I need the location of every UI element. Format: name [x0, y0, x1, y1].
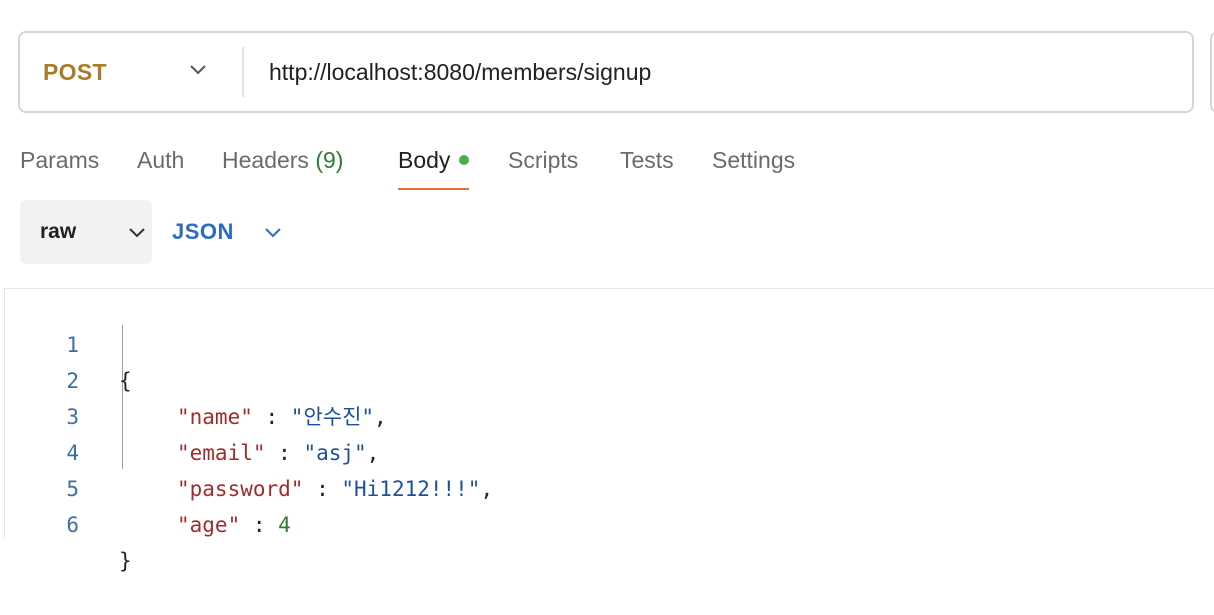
method-select[interactable]: POST [20, 33, 242, 111]
tab-label: Settings [712, 147, 796, 173]
request-url-bar: POST http://localhost:8080/members/signu… [18, 31, 1194, 113]
tab-label: Headers [222, 147, 309, 173]
json-number-value: 4 [278, 513, 291, 537]
code-line: 6 } [5, 471, 1205, 573]
dot-icon [459, 154, 470, 165]
code-text: } [119, 543, 132, 579]
tab-tests[interactable]: Tests [620, 140, 674, 190]
json-key: "age" [177, 513, 241, 537]
active-tab-underline [398, 188, 470, 190]
chevron-down-icon [265, 228, 281, 238]
tab-params[interactable]: Params [20, 140, 99, 190]
chevron-down-icon [190, 65, 206, 75]
close-brace: } [119, 549, 132, 573]
tab-auth[interactable]: Auth [137, 140, 184, 190]
tab-label: Body [398, 147, 451, 173]
json-separator: : [240, 513, 279, 537]
tab-scripts[interactable]: Scripts [508, 140, 578, 190]
body-language-label: JSON [172, 219, 234, 244]
code-line: 5 "age" : 4 [5, 435, 1205, 537]
request-tabs: Params Auth Headers (9) Body Scripts Tes… [0, 140, 1214, 192]
line-number: 6 [66, 513, 79, 537]
tab-label: Params [20, 147, 100, 173]
code-text: "age" : 4 [177, 507, 291, 543]
tab-settings[interactable]: Settings [712, 140, 795, 190]
code-line: 2 "name" : "안수진", [5, 327, 1205, 429]
chevron-down-icon [129, 228, 145, 238]
tab-label: Auth [137, 147, 185, 173]
send-button-edge[interactable] [1210, 31, 1214, 113]
body-editor[interactable]: 1 { 2 "name" : "안수진", 3 "email" : "asj",… [4, 288, 1214, 573]
code-line: 1 { [5, 291, 1205, 393]
tab-label: Scripts [508, 147, 579, 173]
tab-headers[interactable]: Headers (9) [222, 140, 343, 190]
url-input[interactable]: http://localhost:8080/members/signup [244, 59, 1192, 86]
headers-count: (9) [315, 147, 344, 173]
body-mode-label: raw [40, 220, 77, 243]
body-language-select[interactable]: JSON [172, 200, 292, 264]
tab-label: Tests [620, 147, 674, 173]
code-line: 3 "email" : "asj", [5, 363, 1205, 465]
tab-body[interactable]: Body [398, 140, 470, 190]
code-line: 4 "password" : "Hi1212!!!", [5, 399, 1205, 501]
body-mode-select[interactable]: raw [20, 200, 152, 264]
method-label: POST [43, 58, 107, 85]
